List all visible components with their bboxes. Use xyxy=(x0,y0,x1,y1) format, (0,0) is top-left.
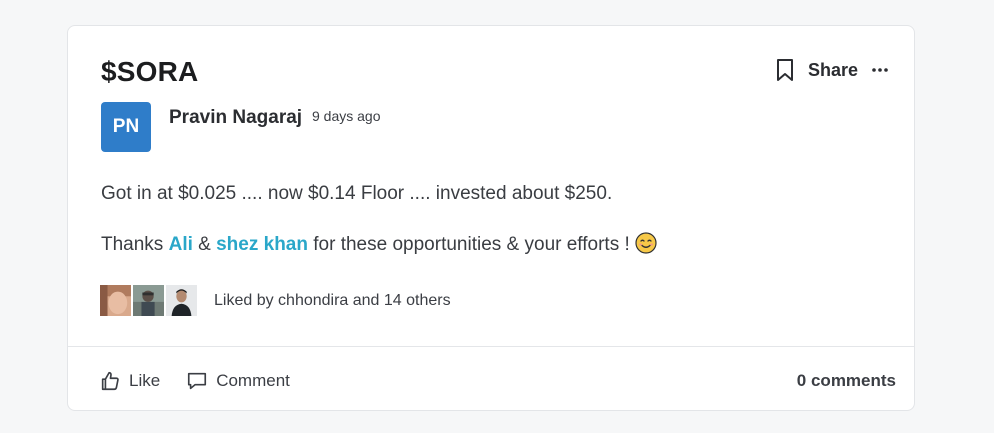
share-button[interactable]: Share xyxy=(808,60,858,81)
body-text-between: & xyxy=(192,234,217,255)
liker-avatar-3[interactable] xyxy=(165,284,198,317)
post-card: $SORA Share PN Pravin Nagaraj 9 days ago… xyxy=(67,25,915,411)
more-options-button[interactable] xyxy=(870,58,890,82)
comment-button[interactable]: Comment xyxy=(186,370,290,392)
post-title: $SORA xyxy=(101,56,199,87)
mention-ali[interactable]: Ali xyxy=(169,234,193,255)
body-text-suffix: for these opportunities & your efforts ! xyxy=(307,234,636,255)
like-button[interactable]: Like xyxy=(99,370,160,392)
like-label: Like xyxy=(129,371,161,390)
thumbs-up-icon xyxy=(101,371,119,391)
author-name[interactable]: Pravin Nagaraj xyxy=(169,107,302,129)
post-body-line-2: Thanks Ali & shez khan for these opportu… xyxy=(101,232,657,257)
bookmark-button[interactable] xyxy=(774,56,796,84)
smiling-face-emoji xyxy=(635,232,657,254)
author-avatar[interactable]: PN xyxy=(101,102,151,152)
liker-avatar-2[interactable] xyxy=(132,284,165,317)
liker-avatar-1[interactable] xyxy=(99,284,132,317)
liked-by-text[interactable]: Liked by chhondira and 14 others xyxy=(214,292,451,310)
bookmark-icon xyxy=(776,59,793,81)
post-body-line-1: Got in at $0.025 .... now $0.14 Floor ..… xyxy=(101,183,613,204)
comment-count[interactable]: 0 comments xyxy=(797,371,896,391)
likers-row[interactable]: Liked by chhondira and 14 others xyxy=(99,284,451,317)
footer-divider xyxy=(68,346,914,347)
post-footer: Like Comment 0 comments xyxy=(99,368,896,394)
comment-label: Comment xyxy=(216,371,290,390)
mention-shez-khan[interactable]: shez khan xyxy=(216,234,308,255)
body-text-prefix: Thanks xyxy=(101,234,169,255)
post-timestamp: 9 days ago xyxy=(312,108,381,124)
more-horizontal-icon xyxy=(872,68,888,72)
comment-icon xyxy=(188,372,207,390)
post-actions: Share xyxy=(774,56,890,84)
author-initials: PN xyxy=(112,116,140,137)
